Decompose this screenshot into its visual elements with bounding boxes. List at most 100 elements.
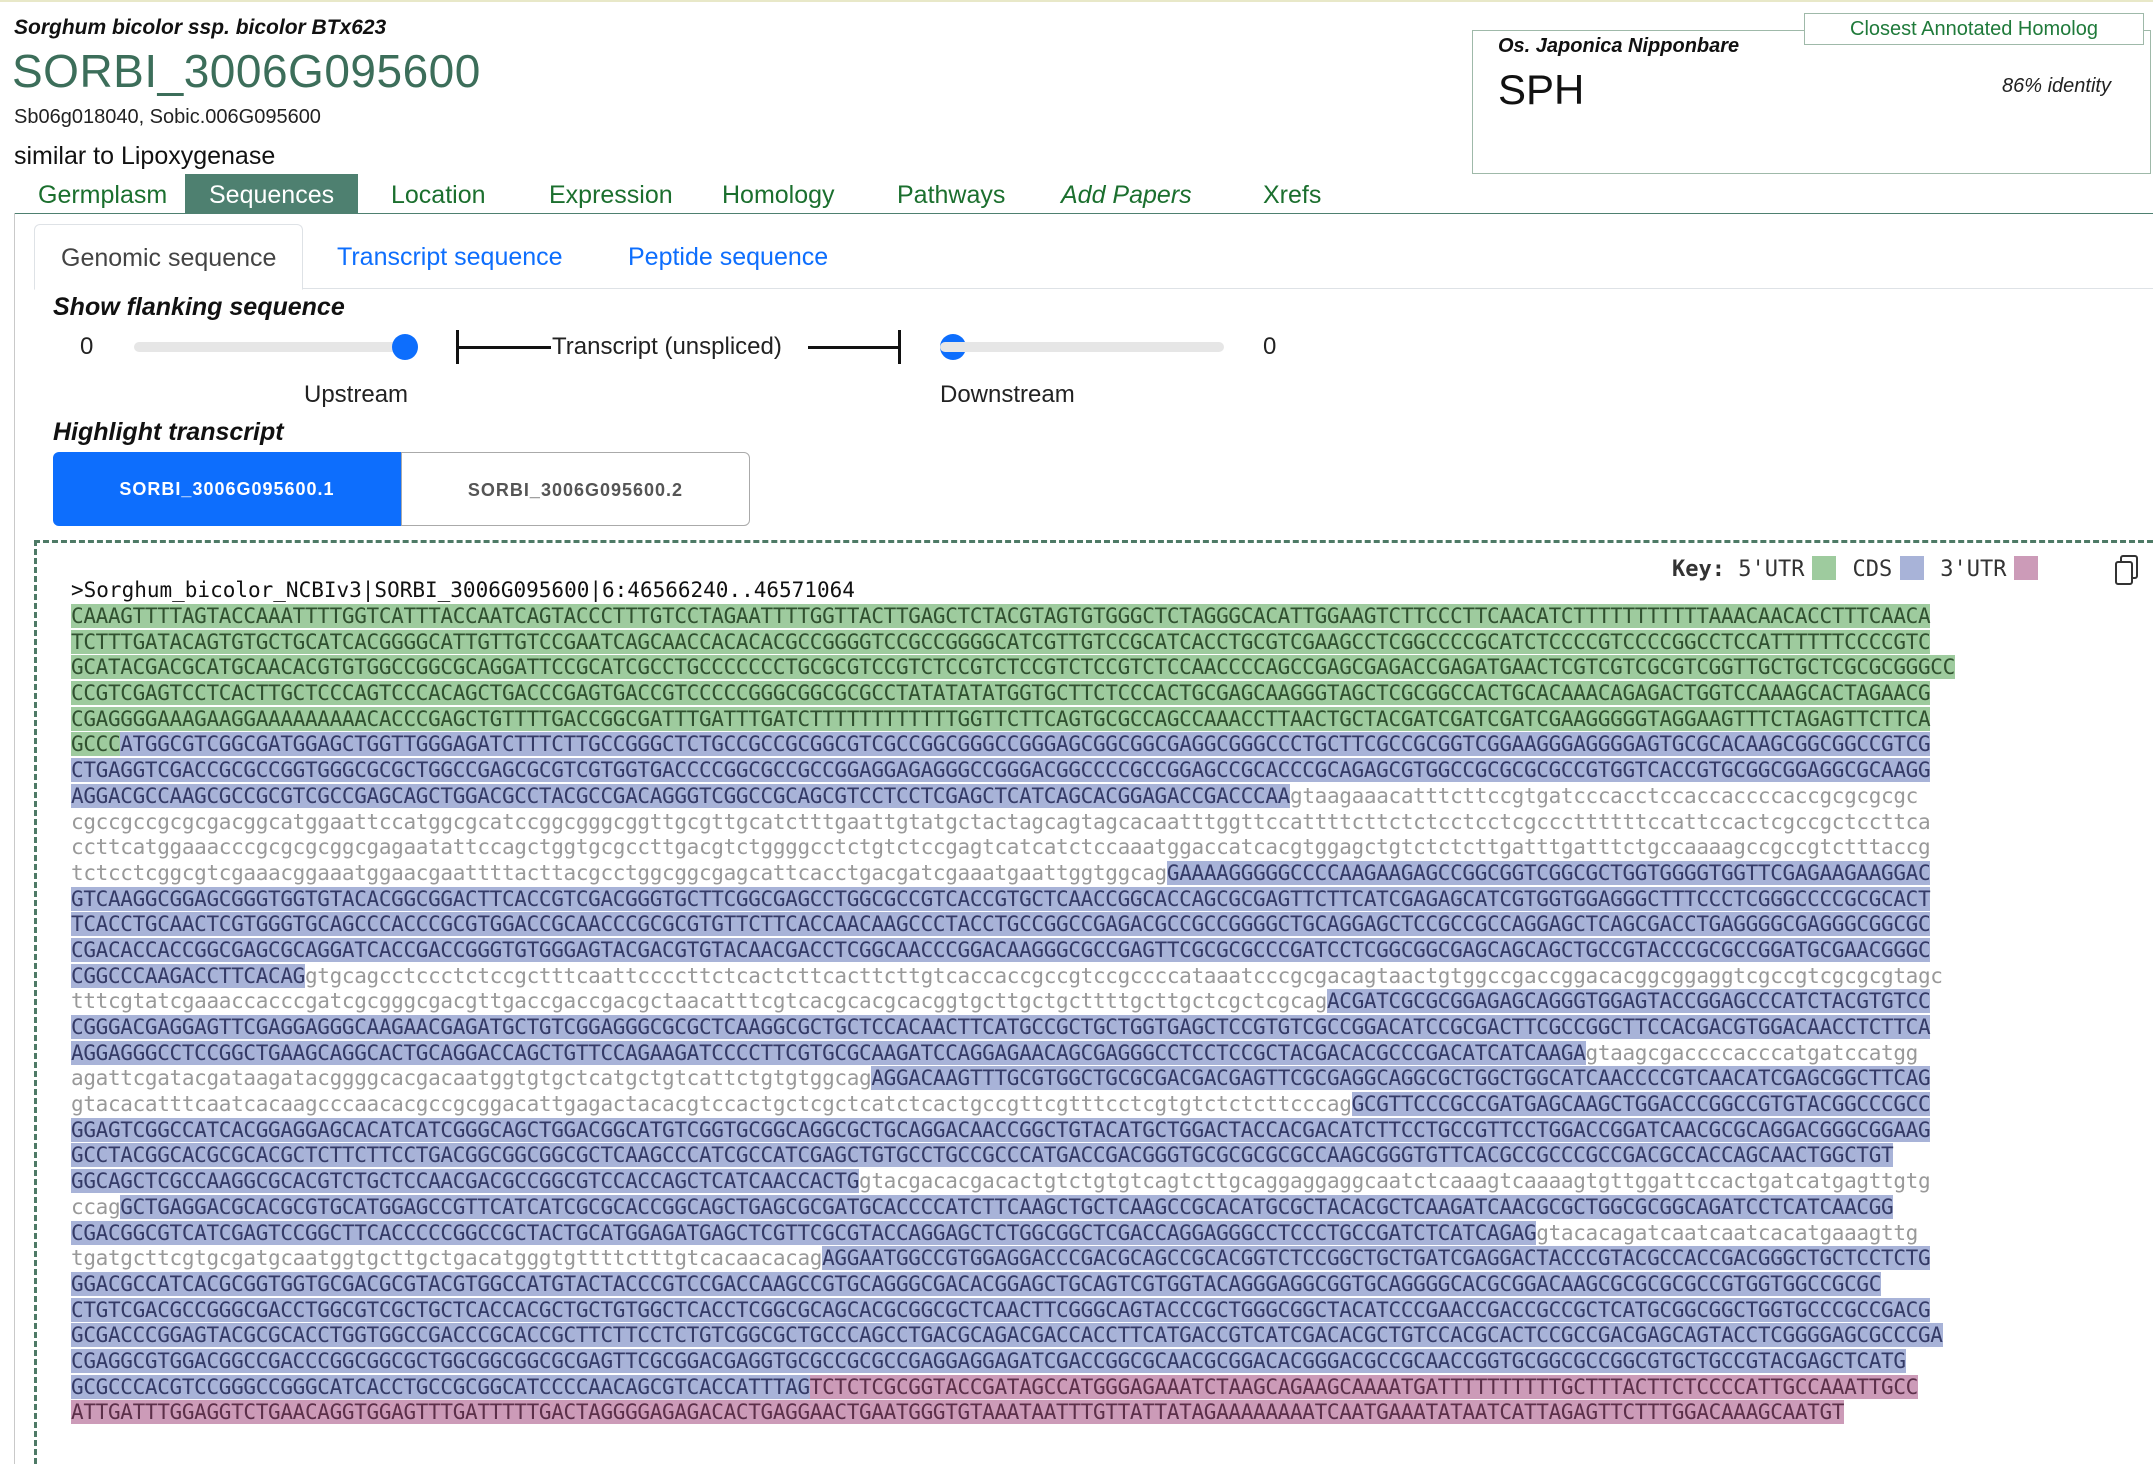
sequence-segment-intron: tgatgcttcgtgcgatgcaatggtgcttgctgacatgggt… [71, 1246, 823, 1271]
sequence-subtabs: Genomic sequence Transcript sequence Pep… [34, 224, 2153, 290]
transcript-line-right [808, 346, 900, 349]
sequence-line: GGAGTCGGCCATCACGGAGGAGCACATCATCGGGCAGCTG… [71, 1117, 2111, 1144]
sequence-segment-intron: gtaagaaacatttcttccgtgatcccacctccaccacccc… [1290, 783, 1918, 808]
tab-sequences[interactable]: Sequences [185, 174, 359, 214]
homolog-species: Os. Japonica Nipponbare [1498, 35, 1740, 57]
sequence-line: tgatgcttcgtgcgatgcaatggtgcttgctgacatgggt… [71, 1246, 2111, 1272]
sequence-key: Key: 5'UTR CDS 3'UTR [1672, 556, 2054, 582]
copy-icon[interactable] [2114, 554, 2140, 586]
sequence-line: tttcgtatcgaaaccacccgatcgcgggcgacgttgaccg… [71, 989, 2111, 1015]
sequence-line: AGGACGCCAAGCGCCGCGTCGCCGAGCAGCTGGACGCCTA… [71, 783, 2111, 810]
sequence-segment-intron: gtgcagcctccctctccgctttcaattccccttctcactc… [304, 963, 1943, 988]
sequence-segment-intron: gtacacagatcaatcaatcacatgaaagttg [1536, 1220, 1918, 1245]
sequence-segment-intron: tctcctcggcgtcgaaacggaaatggaacgaattttactt… [71, 860, 1167, 885]
sequence-line: GGCAGCTCGCCAAGGCGCACGTCTGCTCCAACGACGCCGG… [71, 1169, 2111, 1195]
sequence-line: tctcctcggcgtcgaaacggaaatggaacgaattttactt… [71, 860, 2111, 887]
sequence-line: CGACACCACCGGCGAGCGCAGGATCACCGACCGGGTGTGG… [71, 937, 2111, 964]
subtab-genomic-sequence[interactable]: Genomic sequence [34, 224, 304, 290]
sequence-line: CGAGGCGTGGACGGCCGACCCGGCGGCGCTGGCGGCGGCG… [71, 1348, 2111, 1375]
gene-id-title: SORBI_3006G095600 [12, 45, 481, 97]
sequence-segment-cds: GCCTACGGCACGCGCACGCTCTTCTTCCTGACGGCGGCGG… [71, 1143, 1894, 1168]
upstream-slider-handle[interactable] [392, 334, 418, 360]
tab-expression[interactable]: Expression [549, 174, 673, 214]
sequence-line: CTGAGGTCGACCGCGCCGGTGGGCGCGCTGGCCGAGCGCG… [71, 758, 2111, 784]
transcript-bracket-right [898, 330, 901, 364]
sequence-segment-intron: tttcgtatcgaaaccacccgatcgcgggcgacgttgaccg… [71, 989, 1327, 1014]
sequence-segment-intron: cgccgccgcgcgacggcatggaattccatggcgcatccgg… [71, 809, 1931, 834]
sequence-line: TCTTTGATACAGTGTGCTGCATCACGGGGCATTGTTGTCC… [71, 629, 2111, 656]
downstream-label: Downstream [940, 381, 1075, 408]
sequence-line: GCCTACGGCACGCGCACGCTCTTCTTCCTGACGGCGGCGG… [71, 1143, 2111, 1169]
sequence-segment-utr5: TCTTTGATACAGTGTGCTGCATCACGGGGCATTGTTGTCC… [71, 629, 1931, 654]
subtab-transcript-sequence[interactable]: Transcript sequence [311, 224, 589, 287]
sequence-segment-cds: CGGGACGAGGAGTTCGAGGAGGGCAAGAACGAGATGCTGT… [71, 1015, 1931, 1039]
sequence-segment-intron: gtacacatttcaatcacaagcccaacacgccgcggacatt… [71, 1092, 1352, 1117]
nav-divider [14, 213, 2153, 214]
sequence-segment-cds: CGAGGCGTGGACGGCCGACCCGGCGGCGCTGGCGGCGGCG… [71, 1348, 1906, 1373]
sequence-segment-cds: GCGACCCGGAGTACGCGCACCTGGTGGCCGACCCGCACCG… [71, 1323, 1943, 1348]
downstream-slider-track[interactable] [940, 342, 1224, 352]
sequence-line: CCGTCGAGTCCTCACTTGCTCCCAGTCCCACAGCTGACCC… [71, 681, 2111, 707]
sequence-line: cgccgccgcgcgacggcatggaattccatggcgcatccgg… [71, 810, 2111, 836]
sequence-segment-intron: gtaagcgaccccacccatgatccatgg [1585, 1040, 1919, 1065]
sequence-segment-cds: AGGAATGGCCGTGGAGGACCCGACGCAGCCGCACGGTCTC… [822, 1246, 1931, 1271]
tab-homology[interactable]: Homology [722, 174, 835, 214]
flanking-title: Show flanking sequence [53, 293, 345, 321]
sequence-line: TCACCTGCAACTCGTGGGTGCAGCCCACCCGCGTGGACCG… [71, 912, 2111, 938]
sequence-segment-intron: ccttcatggaaacccgcgcgcggcgagaatattccagctg… [71, 835, 1931, 860]
key-cds-label: CDS [1852, 557, 1893, 582]
sequence-segment-cds: GAAAAGGGGGCCCCAAGAAGAGCCGGCGGTCGGCGCTGGT… [1166, 860, 1931, 885]
gene-synonyms: Sb06g018040, Sobic.006G095600 [14, 106, 321, 128]
transcript-unspliced-label: Transcript (unspliced) [552, 333, 782, 360]
sequence-segment-cds: GCTGAGGACGCACGCGTGCATGGAGCCGTTCATCATCGCG… [120, 1194, 1894, 1219]
sequence-segment-utr5: CAAAGTTTTAGTACCAAATTTTGGTCATTTACCAATCAGT… [71, 604, 1931, 628]
sequence-segment-utr5: CGAGGGGAAAGAAGGAAAAAAAAACACCCGAGCTGTTTTG… [71, 706, 1931, 731]
gene-species: Sorghum bicolor ssp. bicolor BTx623 [14, 16, 387, 39]
key-utr3-swatch [2014, 556, 2039, 580]
sequence-segment-cds: AGGACAAGTTTGCGTGGCTGCGCGACGACGAGTTCGCGAG… [871, 1066, 1931, 1091]
transcript-line-left [459, 346, 551, 349]
sequence-line: CAAAGTTTTAGTACCAAATTTTGGTCATTTACCAATCAGT… [71, 604, 2111, 630]
sequence-line: CGGGACGAGGAGTTCGAGGAGGGCAAGAACGAGATGCTGT… [71, 1015, 2111, 1041]
sequence-segment-intron: gtacgacacgacactgtctgtgtcagtcttgcaggaggag… [859, 1169, 1931, 1194]
tab-location[interactable]: Location [391, 174, 486, 214]
downstream-value: 0 [1263, 333, 1277, 360]
upstream-value: 0 [80, 333, 94, 360]
sequence-segment-cds: GCGCCCACGTCCGGGCCGGGCATCACCTGCCGCGGCATCC… [71, 1374, 810, 1399]
sequence-segment-cds: CGACACCACCGGCGAGCGCAGGATCACCGACCGGGTGTGG… [71, 937, 1931, 962]
sequence-segment-cds: GGACGCCATCACGCGGTGGTGCGACGCGTACGTGGCCATG… [71, 1271, 1882, 1296]
sequence-segment-intron: ccag [71, 1194, 121, 1219]
sequence-segment-intron: agattcgatacgataagatacggggcacgacaatggtgtg… [71, 1066, 872, 1091]
sequence-line: GCCCATGGCGTCGGCGATGGAGCTGGTTGGGAGATCTTTC… [71, 732, 2111, 758]
sequence-segment-cds: TCACCTGCAACTCGTGGGTGCAGCCCACCCGCGTGGACCG… [71, 912, 1931, 937]
key-utr3-label: 3'UTR [1940, 557, 2007, 582]
transcript-button-1[interactable]: SORBI_3006G095600.1 [53, 452, 401, 526]
sequence-segment-utr3: ATTGATTTGGAGGTCTGAACAGGTGGAGTTTGATTTTTGA… [71, 1400, 1845, 1425]
subtab-peptide-sequence[interactable]: Peptide sequence [602, 224, 854, 287]
sequence-line: CGAGGGGAAAGAAGGAAAAAAAAACACCCGAGCTGTTTTG… [71, 706, 2111, 733]
sequence-segment-cds: GCGTTCCCGCCGATGAGCAAGCTGGACCCGGCCGTGTACG… [1351, 1092, 1931, 1117]
transcript-button-2[interactable]: SORBI_3006G095600.2 [401, 452, 750, 526]
tab-pathways[interactable]: Pathways [897, 174, 1005, 214]
sequence-segment-cds: AGGACGCCAAGCGCCGCGTCGCCGAGCAGCTGGACGCCTA… [71, 783, 1290, 808]
homolog-identity: 86% identity [2002, 75, 2111, 97]
sequence-line: CGGCCCAAGACCTTCACAGgtgcagcctccctctccgctt… [71, 963, 2111, 990]
tab-germplasm[interactable]: Germplasm [38, 174, 167, 214]
tab-xrefs[interactable]: Xrefs [1263, 174, 1321, 214]
key-label: Key: [1672, 557, 1725, 582]
homolog-name[interactable]: SPH [1498, 66, 1584, 114]
sequence-line: ccagGCTGAGGACGCACGCGTGCATGGAGCCGTTCATCAT… [71, 1194, 2111, 1221]
sequence-text[interactable]: CAAAGTTTTAGTACCAAATTTTGGTCATTTACCAATCAGT… [71, 604, 2111, 1426]
sequence-line: CTGTCGACGCCGGGCGACCTGGCGTCGCTGCTCACCACGC… [71, 1297, 2111, 1324]
sequence-line: GCGACCCGGAGTACGCGCACCTGGTGGCCGACCCGCACCG… [71, 1323, 2111, 1349]
sequence-line: gtacacatttcaatcacaagcccaacacgccgcggacatt… [71, 1092, 2111, 1118]
sequence-line: AGGAGGGCCTCCGGCTGAAGCAGGCACTGCAGGACCAGCT… [71, 1040, 2111, 1067]
tab-add-papers[interactable]: Add Papers [1061, 174, 1192, 214]
gene-description: similar to Lipoxygenase [14, 142, 276, 170]
upstream-slider-track[interactable] [134, 342, 418, 352]
key-utr5-swatch [1812, 556, 1837, 580]
sequence-segment-cds: CGGCCCAAGACCTTCACAG [71, 963, 305, 988]
sequence-line: agattcgatacgataagatacggggcacgacaatggtgtg… [71, 1066, 2111, 1092]
key-utr5-label: 5'UTR [1738, 557, 1805, 582]
sequence-line: GTCAAGGCGGAGCGGGTGGTGTACACGGCGGACTTCACCG… [71, 886, 2111, 913]
